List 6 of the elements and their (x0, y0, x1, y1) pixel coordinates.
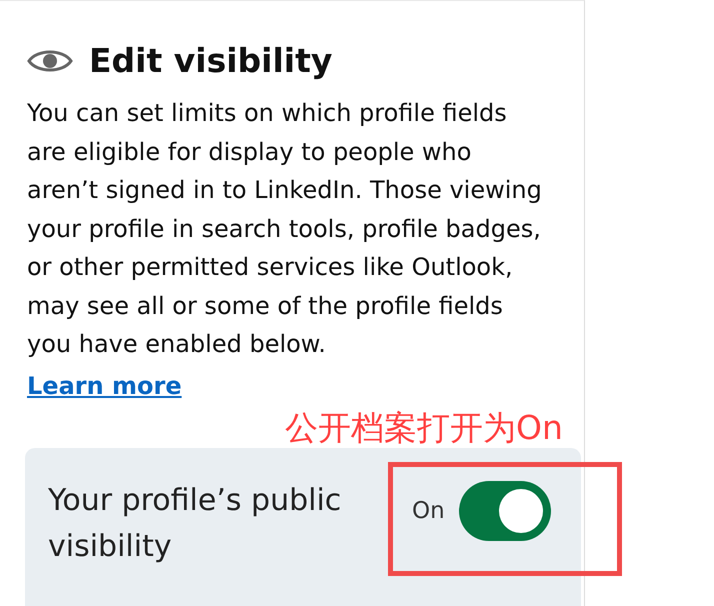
learn-more-link[interactable]: Learn more (27, 372, 182, 400)
section-title: Edit visibility (89, 41, 332, 80)
visibility-label: Your profile’s public visibility (48, 482, 342, 566)
toggle-state-label: On (412, 498, 445, 524)
annotation-text: 公开档案打开为On (285, 408, 563, 446)
description-text: You can set limits on which profile fields are eligible for display to people who aren’t signed in to LinkedIn. Those viewing your profile in search tools, profile badges, or other permitted services like Outlook, may see all or some of the profile fields you have enabled below. (27, 98, 543, 360)
